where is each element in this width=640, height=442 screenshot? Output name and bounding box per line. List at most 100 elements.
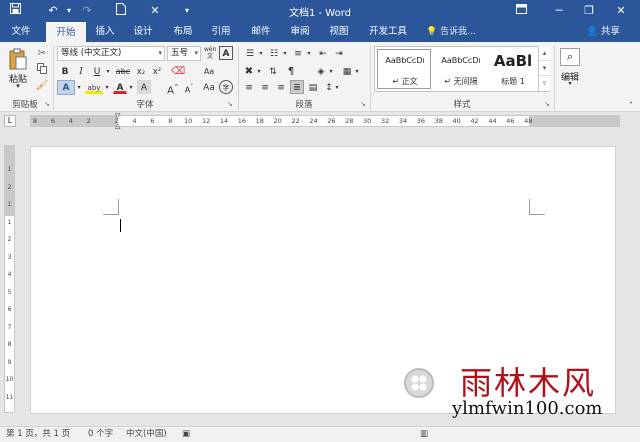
multilevel-list-icon[interactable]: ≡ bbox=[290, 46, 306, 60]
char-border-button[interactable]: A bbox=[219, 46, 233, 60]
chinese-layout-icon[interactable]: ✖ bbox=[242, 64, 256, 78]
increase-indent-icon[interactable]: ⇥ bbox=[332, 46, 346, 60]
strikethrough-button[interactable]: abc bbox=[114, 64, 132, 78]
align-right-icon[interactable]: ≡ bbox=[274, 80, 288, 94]
grow-font-button[interactable]: A^ bbox=[166, 80, 180, 96]
align-center-icon[interactable]: ≡ bbox=[258, 80, 272, 94]
restore-icon[interactable]: ❐ bbox=[578, 2, 600, 20]
char-shading-button[interactable]: A bbox=[137, 80, 151, 94]
tab-layout[interactable]: 布局 bbox=[166, 22, 200, 42]
chinese-layout-dropdown-icon[interactable]: ▾ bbox=[256, 64, 262, 78]
clipboard-launcher-icon[interactable]: ↘ bbox=[44, 100, 52, 108]
style-normal-preview: AaBbCcDı bbox=[385, 56, 425, 65]
ruler-number: 44 bbox=[488, 117, 497, 125]
shading-icon[interactable]: ◈ bbox=[314, 64, 328, 78]
underline-button[interactable]: U bbox=[90, 64, 104, 78]
highlight-icon: aby bbox=[87, 84, 101, 92]
copy-icon[interactable] bbox=[34, 62, 50, 76]
tab-insert[interactable]: 插入 bbox=[88, 22, 122, 42]
highlight-button[interactable]: aby bbox=[85, 80, 103, 94]
borders-icon[interactable]: ▦ bbox=[340, 64, 354, 78]
shading-dropdown-icon[interactable]: ▾ bbox=[328, 64, 334, 78]
status-word-count[interactable]: 0 个字 bbox=[88, 427, 113, 442]
justify-icon[interactable]: ≣ bbox=[290, 80, 304, 94]
numbering-icon[interactable]: ☷ bbox=[266, 46, 282, 60]
bullets-dropdown-icon[interactable]: ▾ bbox=[258, 46, 264, 60]
font-name-value: 等线 (中文正文) bbox=[61, 48, 122, 58]
paragraph-launcher-icon[interactable]: ↘ bbox=[360, 100, 368, 108]
shrink-font-button[interactable]: Aˇ bbox=[182, 80, 196, 95]
vruler-number: 9 bbox=[7, 358, 12, 366]
window-close-icon[interactable]: ✕ bbox=[610, 2, 632, 20]
underline-dropdown-icon[interactable]: ▾ bbox=[104, 64, 112, 78]
tab-view[interactable]: 视图 bbox=[322, 22, 356, 42]
window-title: 文档1 - Word bbox=[288, 8, 352, 19]
sort-icon[interactable]: ⇅ bbox=[266, 64, 280, 78]
tab-developer[interactable]: 开发工具 bbox=[362, 22, 414, 42]
macro-record-icon[interactable]: ▣ bbox=[182, 427, 190, 442]
font-color-button[interactable]: A bbox=[113, 80, 127, 94]
line-spacing-dropdown-icon[interactable]: ▾ bbox=[334, 80, 340, 94]
ruler-number: 32 bbox=[380, 117, 390, 125]
status-language[interactable]: 中文(中国) bbox=[126, 427, 167, 442]
text-effects-icon: A bbox=[62, 83, 70, 93]
font-name-combo[interactable]: 等线 (中文正文) ▾ bbox=[57, 46, 165, 61]
subscript-button[interactable]: x₂ bbox=[134, 64, 148, 78]
collapse-ribbon-icon[interactable]: ˄ bbox=[626, 98, 636, 112]
tab-home[interactable]: 开始 bbox=[46, 22, 86, 42]
superscript-button[interactable]: x² bbox=[150, 64, 164, 78]
text-effects-dropdown-icon[interactable]: ▾ bbox=[75, 80, 83, 94]
font-launcher-icon[interactable]: ↘ bbox=[227, 100, 235, 108]
highlight-dropdown-icon[interactable]: ▾ bbox=[103, 80, 111, 94]
numbering-dropdown-icon[interactable]: ▾ bbox=[282, 46, 288, 60]
cut-icon[interactable]: ✂ bbox=[34, 46, 50, 60]
paste-button[interactable]: 粘贴 ▾ bbox=[6, 46, 30, 94]
borders-dropdown-icon[interactable]: ▾ bbox=[354, 64, 360, 78]
tab-review[interactable]: 审阅 bbox=[283, 22, 317, 42]
show-marks-icon[interactable]: ¶ bbox=[284, 64, 298, 78]
aa-case-button[interactable]: Aa bbox=[202, 80, 216, 94]
vertical-ruler[interactable]: 1 2 1 1 2 3 4 5 6 7 8 9 10 11 bbox=[4, 145, 15, 413]
styles-up-icon[interactable]: ▴ bbox=[539, 46, 550, 61]
style-no-spacing[interactable]: AaBbCcDı ↵ 无间隔 bbox=[433, 49, 487, 89]
share-button[interactable]: 👤 共享 bbox=[586, 24, 620, 40]
multilevel-dropdown-icon[interactable]: ▾ bbox=[306, 46, 312, 60]
minimize-icon[interactable]: ─ bbox=[548, 2, 570, 20]
ruler-number: 12 bbox=[201, 117, 211, 125]
bold-button[interactable]: B bbox=[58, 64, 72, 78]
change-case-button[interactable]: Aa bbox=[202, 64, 216, 78]
font-color-dropdown-icon[interactable]: ▾ bbox=[127, 80, 135, 94]
read-mode-icon[interactable]: ▥ bbox=[420, 427, 428, 442]
decrease-indent-icon[interactable]: ⇤ bbox=[316, 46, 330, 60]
tell-me-box[interactable]: 💡 告诉我... bbox=[426, 22, 476, 42]
tab-references[interactable]: 引用 bbox=[204, 22, 238, 42]
horizontal-ruler[interactable]: ▽ △ 8 6 4 2 2 4 6 8 10 12 14 16 18 20 22 24 26 28 30 32 34 36… bbox=[30, 113, 620, 130]
styles-more-icon[interactable]: ▿ bbox=[539, 76, 550, 90]
styles-gallery: AaBbCcDı ↵ 正文 AaBbCcDı ↵ 无间隔 AaBl 标题 1 bbox=[374, 46, 550, 92]
phonetic-guide-button[interactable]: wén 文 bbox=[203, 45, 217, 61]
vertical-scrollbar[interactable] bbox=[628, 130, 640, 426]
styles-launcher-icon[interactable]: ↘ bbox=[544, 100, 552, 108]
styles-down-icon[interactable]: ▾ bbox=[539, 61, 550, 76]
style-heading-1[interactable]: AaBl 标题 1 bbox=[487, 49, 537, 89]
tab-file[interactable]: 文件 bbox=[4, 22, 38, 42]
tab-mailings[interactable]: 邮件 bbox=[244, 22, 278, 42]
distributed-icon[interactable]: ▤ bbox=[306, 80, 320, 94]
text-effects-button[interactable]: A bbox=[57, 80, 75, 95]
paragraph-group-label: 段落 bbox=[295, 100, 313, 110]
enclose-characters-button[interactable]: 字 bbox=[219, 80, 233, 94]
clear-formatting-icon[interactable]: ⌫ bbox=[170, 64, 185, 78]
style-normal[interactable]: AaBbCcDı ↵ 正文 bbox=[377, 49, 431, 89]
styles-scroll[interactable]: ▴ ▾ ▿ bbox=[538, 46, 550, 92]
tab-selector[interactable]: L bbox=[4, 115, 16, 127]
format-painter-icon[interactable]: 🖌 bbox=[34, 78, 50, 92]
bullets-icon[interactable]: ☰ bbox=[242, 46, 258, 60]
font-size-combo[interactable]: 五号 ▾ bbox=[167, 46, 201, 61]
group-separator bbox=[370, 46, 371, 110]
italic-button[interactable]: I bbox=[74, 64, 88, 78]
ribbon-display-options-icon[interactable] bbox=[510, 2, 532, 20]
status-page[interactable]: 第 1 页，共 1 页 bbox=[6, 427, 70, 442]
editing-button[interactable]: ⌕ 编辑 ▾ bbox=[558, 46, 582, 90]
tab-design[interactable]: 设计 bbox=[126, 22, 160, 42]
align-left-icon[interactable]: ≡ bbox=[242, 80, 256, 94]
